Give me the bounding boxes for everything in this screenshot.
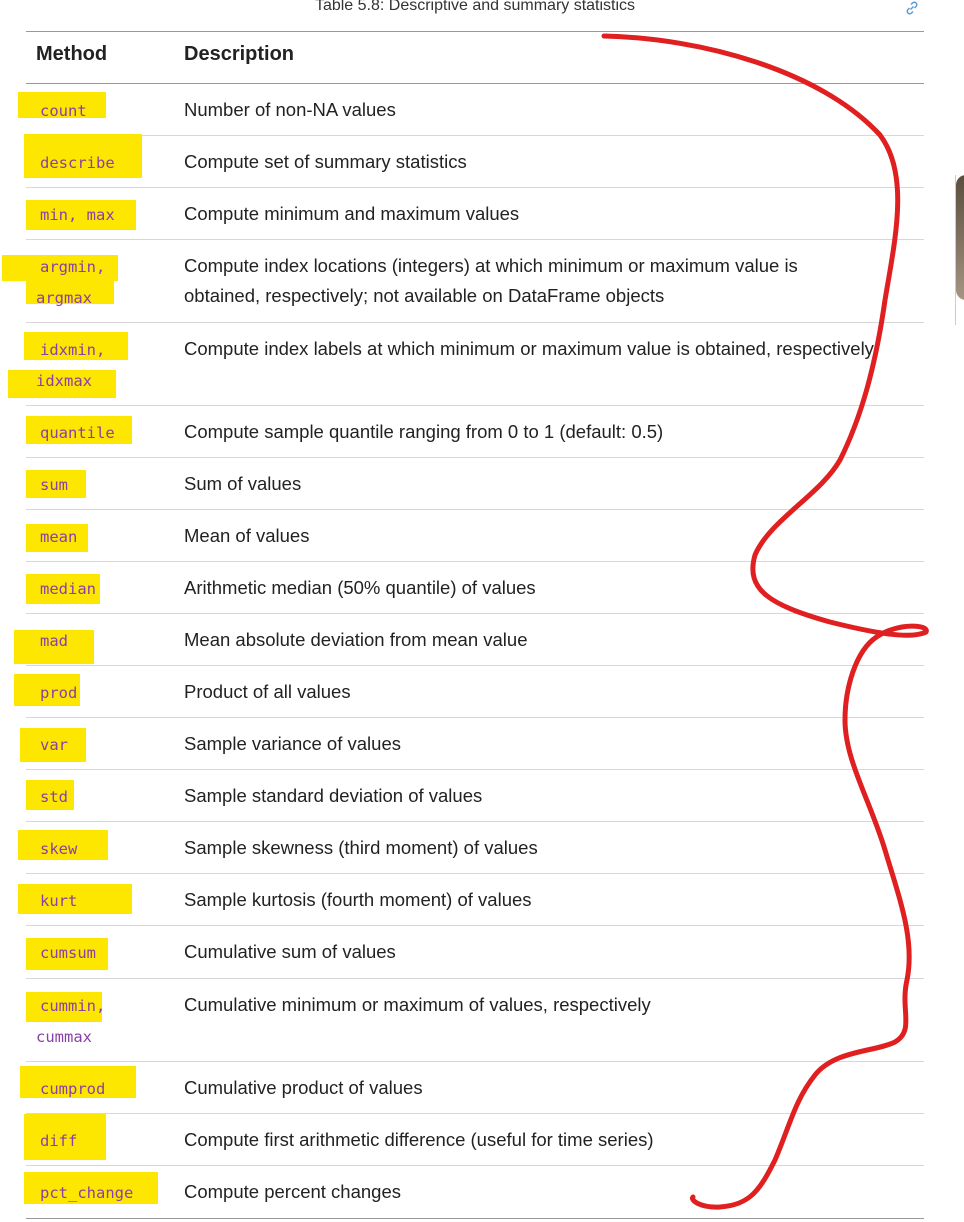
row-divider <box>26 613 924 614</box>
method-name: count <box>40 102 87 120</box>
method-name: idxmin, <box>40 341 106 359</box>
method-name: skew <box>40 840 78 858</box>
method-description: Compute percent changes <box>184 1181 401 1202</box>
method-name: kurt <box>40 892 78 910</box>
row-divider <box>26 717 924 718</box>
side-image <box>955 175 964 325</box>
row-divider <box>26 509 924 510</box>
method-description: Cumulative product of values <box>184 1077 423 1098</box>
method-description: Sample skewness (third moment) of values <box>184 837 538 858</box>
method-name: min, max <box>40 206 115 224</box>
header-method: Method <box>36 43 108 65</box>
row-divider <box>26 978 924 979</box>
method-name: cumsum <box>40 944 96 962</box>
method-name: mad <box>40 632 68 650</box>
row-divider <box>26 561 924 562</box>
method-name: idxmax <box>36 372 92 390</box>
method-description: Cumulative sum of values <box>184 941 396 962</box>
link-icon-glyph <box>906 1 918 15</box>
method-description: Arithmetic median (50% quantile) of valu… <box>184 577 536 598</box>
method-description: Number of non-NA values <box>184 99 396 120</box>
method-description: Compute first arithmetic difference (use… <box>184 1129 654 1150</box>
method-name: mean <box>40 528 78 546</box>
method-description: Cumulative minimum or maximum of values,… <box>184 994 651 1015</box>
row-divider <box>26 769 924 770</box>
table-top-rule <box>26 31 924 32</box>
method-description: Sum of values <box>184 473 302 494</box>
method-name: cummin, <box>40 997 106 1015</box>
method-name: prod <box>40 684 78 702</box>
red-ink-annotation <box>601 33 929 1210</box>
method-description: Compute sample quantile ranging from 0 t… <box>184 421 664 442</box>
method-description: Product of all values <box>184 681 351 702</box>
side-image-photo <box>956 175 964 300</box>
method-name: diff <box>40 1132 78 1150</box>
row-divider <box>26 405 924 406</box>
row-divider <box>26 1165 924 1166</box>
method-name: sum <box>40 476 68 494</box>
method-name: pct_change <box>40 1184 134 1202</box>
method-name: argmin, <box>40 258 106 276</box>
method-name: cumprod <box>40 1080 106 1098</box>
method-description: Compute index locations (integers) at wh… <box>184 255 798 306</box>
method-name: describe <box>40 154 115 172</box>
method-name: quantile <box>40 424 115 442</box>
method-description: Mean absolute deviation from mean value <box>184 629 528 650</box>
header-description: Description <box>184 43 295 65</box>
method-description: Compute set of summary statistics <box>184 151 467 172</box>
table-caption: Table 5.8: Descriptive and summary stati… <box>314 0 636 14</box>
row-divider <box>26 187 924 188</box>
row-divider <box>26 239 924 240</box>
row-divider <box>26 665 924 666</box>
row-divider <box>26 457 924 458</box>
row-divider <box>26 925 924 926</box>
row-divider <box>26 135 924 136</box>
method-name: median <box>40 580 96 598</box>
row-divider <box>26 873 924 874</box>
method-description: Mean of values <box>184 525 310 546</box>
method-description: Sample standard deviation of values <box>184 785 483 806</box>
method-name: argmax <box>36 289 92 307</box>
row-divider <box>26 1218 924 1219</box>
method-description: Sample kurtosis (fourth moment) of value… <box>184 889 532 910</box>
header-rule <box>26 83 924 84</box>
method-name: cummax <box>36 1028 92 1046</box>
row-divider <box>26 322 924 323</box>
method-name: var <box>40 736 68 754</box>
row-divider <box>26 1061 924 1062</box>
method-name: std <box>40 788 68 806</box>
row-divider <box>26 1113 924 1114</box>
method-description: Compute minimum and maximum values <box>184 203 520 224</box>
row-divider <box>26 821 924 822</box>
link-icon[interactable] <box>904 0 920 16</box>
method-description: Sample variance of values <box>184 733 401 754</box>
method-description: Compute index labels at which minimum or… <box>184 338 874 359</box>
